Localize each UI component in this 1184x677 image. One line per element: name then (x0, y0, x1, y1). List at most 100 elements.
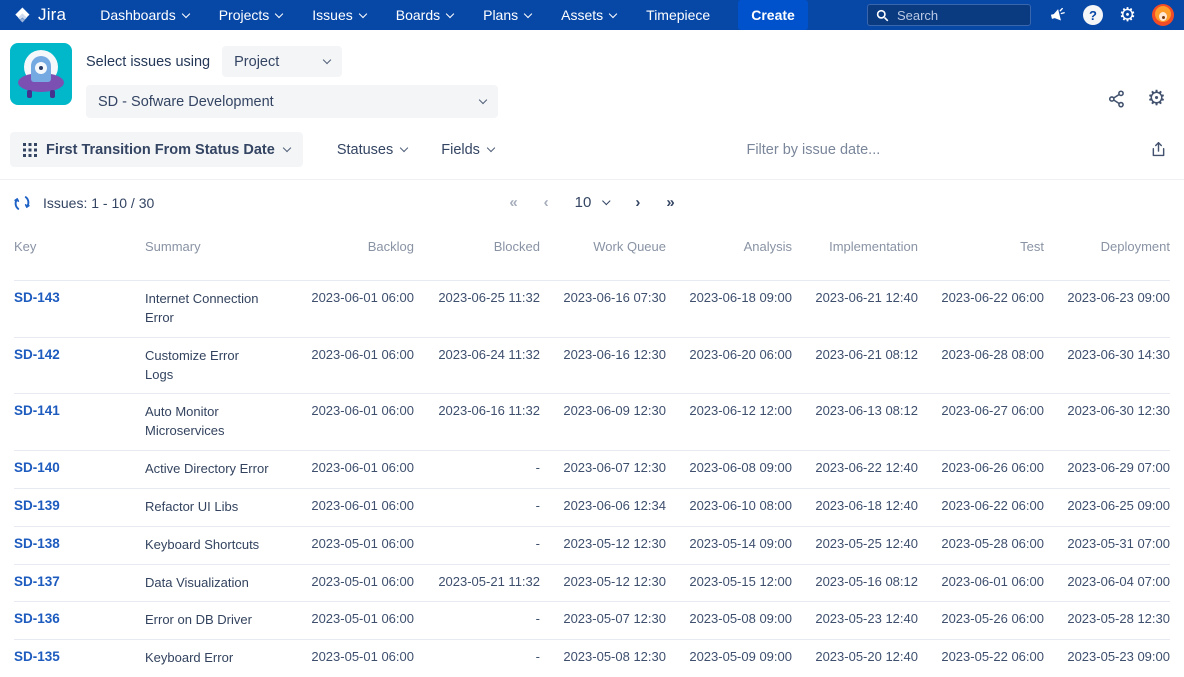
export-icon[interactable] (1149, 139, 1168, 160)
nav-item-label: Timepiece (646, 7, 711, 23)
jira-brand[interactable]: Jira (12, 5, 66, 25)
announcements-megaphone-icon[interactable] (1047, 5, 1067, 25)
chevron-down-icon (322, 55, 332, 65)
project-select[interactable]: SD - Sofware Development (86, 85, 498, 118)
nav-item-projects[interactable]: Projects (218, 7, 284, 23)
issue-key-link[interactable]: SD-136 (14, 611, 60, 626)
table-header-row: Key Summary Backlog Blocked Work Queue Analys… (14, 225, 1170, 281)
settings-gear-icon[interactable]: ⚙ (1119, 6, 1136, 25)
nav-item-label: Assets (561, 7, 604, 23)
pagination-controls: « ‹ 10 › » (509, 194, 674, 211)
issue-row: SD-142 Customize Error Logs 2023-06-01 0… (14, 337, 1170, 394)
page-size-select[interactable]: 10 (575, 194, 611, 211)
nav-item-timepiece[interactable]: Timepiece (646, 7, 710, 23)
nav-item-label: Projects (218, 7, 270, 23)
user-avatar[interactable] (1152, 4, 1174, 26)
grid-icon (23, 142, 37, 157)
column-header-deployment: Deployment (1100, 239, 1170, 254)
nav-item-assets[interactable]: Assets (561, 7, 618, 23)
help-icon[interactable]: ? (1082, 5, 1103, 25)
issue-row: SD-137 Data Visualization 2023-05-01 06:… (14, 564, 1170, 602)
cell-test: 2023-05-28 06:00 (941, 535, 1044, 551)
cell-backlog: 2023-06-01 06:00 (311, 290, 414, 305)
nav-item-dashboards[interactable]: Dashboards (100, 7, 190, 23)
cell-implementation: 2023-06-21 08:12 (815, 346, 918, 362)
issue-key-link[interactable]: SD-139 (14, 498, 60, 513)
gadget-settings-gear-icon[interactable]: ⚙ (1147, 88, 1166, 109)
cell-deployment: 2023-06-04 07:00 (1067, 573, 1170, 589)
nav-item-label: Boards (395, 7, 441, 23)
issue-summary: Active Directory Error (145, 461, 269, 477)
cell-analysis: 2023-06-10 08:00 (689, 497, 792, 513)
cell-analysis: 2023-06-20 06:00 (689, 346, 792, 362)
nav-item-label: Issues (312, 7, 353, 23)
nav-item-plans[interactable]: Plans (483, 7, 533, 23)
cell-test: 2023-06-26 06:00 (941, 460, 1044, 476)
cell-test: 2023-06-22 06:00 (941, 290, 1044, 305)
nav-item-label: Dashboards (100, 7, 176, 23)
issue-row: SD-141 Auto Monitor Microservices 2023-0… (14, 393, 1170, 451)
cell-implementation: 2023-06-13 08:12 (815, 403, 918, 419)
issue-row: SD-136 Error on DB Driver 2023-05-01 06:… (14, 601, 1170, 640)
cell-work-queue: 2023-06-06 12:34 (563, 497, 666, 513)
issue-date-filter-input[interactable] (746, 141, 957, 158)
issue-key-link[interactable]: SD-137 (14, 574, 60, 589)
select-issues-label: Select issues using (86, 53, 211, 70)
cell-backlog: 2023-05-01 06:00 (311, 611, 414, 627)
fields-label: Fields (441, 141, 480, 158)
column-header-test: Test (1020, 239, 1044, 254)
cell-work-queue: 2023-05-07 12:30 (563, 611, 666, 627)
issue-key-link[interactable]: SD-135 (14, 649, 60, 664)
search-input[interactable] (896, 7, 1022, 23)
statuses-filter-button[interactable]: Statuses (337, 142, 409, 158)
cell-implementation: 2023-05-25 12:40 (815, 535, 918, 551)
cell-backlog: 2023-06-01 06:00 (311, 460, 414, 476)
nav-item-boards[interactable]: Boards (395, 7, 455, 23)
cell-work-queue: 2023-05-12 12:30 (563, 535, 666, 551)
column-header-implementation: Implementation (829, 239, 918, 254)
last-page-button[interactable]: » (666, 194, 674, 211)
cell-implementation: 2023-05-16 08:12 (815, 573, 918, 589)
next-page-button[interactable]: › (635, 194, 640, 211)
cell-blocked: 2023-05-21 11:32 (438, 573, 540, 589)
refresh-icon[interactable] (12, 193, 32, 213)
report-type-select[interactable]: First Transition From Status Date (10, 132, 303, 167)
mode-select-value: Project (234, 53, 280, 70)
project-select-value: SD - Sofware Development (98, 93, 274, 110)
nav-menu: Dashboards Projects Issues Boards Plans … (100, 7, 710, 23)
issue-key-link[interactable]: SD-141 (14, 403, 60, 418)
cell-work-queue: 2023-06-16 07:30 (563, 290, 666, 305)
cell-analysis: 2023-06-18 09:00 (689, 290, 792, 305)
issues-table-body: SD-143 Internet Connection Error 2023-06… (14, 280, 1170, 677)
cell-implementation: 2023-05-20 12:40 (815, 649, 918, 665)
cell-blocked: - (535, 649, 540, 665)
cell-deployment: 2023-06-30 12:30 (1067, 403, 1170, 419)
issue-key-link[interactable]: SD-142 (14, 347, 60, 362)
fields-filter-button[interactable]: Fields (441, 141, 496, 158)
cell-analysis: 2023-06-08 09:00 (689, 460, 792, 476)
chevron-down-icon (602, 196, 611, 206)
share-icon[interactable] (1107, 89, 1127, 109)
cell-work-queue: 2023-06-16 12:30 (563, 346, 666, 362)
cell-backlog: 2023-06-01 06:00 (311, 403, 414, 419)
create-button[interactable]: Create (738, 0, 808, 30)
issues-table-container: Key Summary Backlog Blocked Work Queue Analys… (0, 225, 1184, 677)
issue-source-mode-select[interactable]: Project (222, 46, 343, 77)
gadget-header: Select issues using Project SD - Sofware… (0, 30, 1184, 118)
cell-work-queue: 2023-05-08 12:30 (563, 649, 666, 665)
column-header-analysis: Analysis (743, 239, 792, 254)
issue-key-link[interactable]: SD-140 (14, 460, 60, 475)
issue-key-link[interactable]: SD-143 (14, 290, 60, 305)
cell-analysis: 2023-06-12 12:00 (689, 403, 792, 419)
prev-page-button[interactable]: ‹ (544, 194, 549, 211)
cell-test: 2023-06-27 06:00 (941, 403, 1044, 419)
nav-item-issues[interactable]: Issues (312, 7, 367, 23)
column-header-key: Key (14, 239, 37, 254)
nav-item-label: Plans (483, 7, 519, 23)
issue-summary: Customize Error Logs (145, 347, 239, 382)
issue-key-link[interactable]: SD-138 (14, 536, 60, 551)
global-search[interactable] (866, 4, 1031, 26)
cell-deployment: 2023-06-23 09:00 (1067, 290, 1170, 305)
cell-backlog: 2023-05-01 06:00 (311, 649, 414, 665)
first-page-button[interactable]: « (509, 194, 517, 211)
